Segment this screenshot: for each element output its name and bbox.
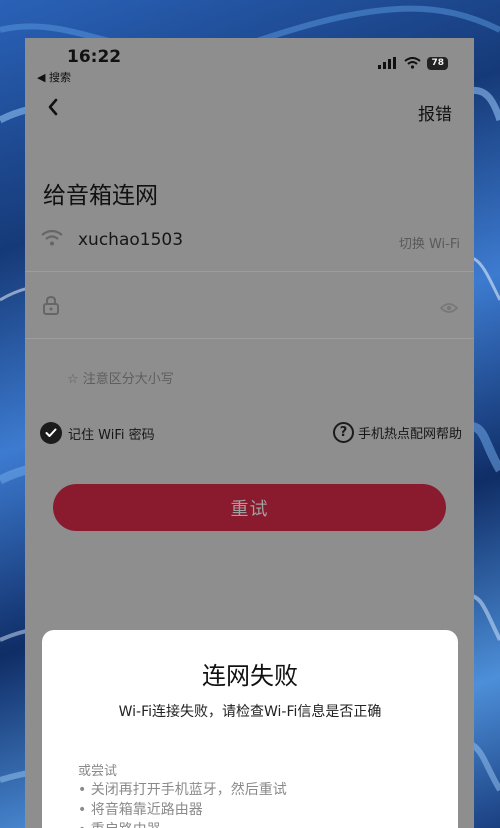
eye-icon[interactable] [439, 299, 459, 318]
page-title: 给音箱连网 [43, 183, 158, 209]
hotspot-help-link[interactable]: ? 手机热点配网帮助 [332, 422, 462, 443]
chevron-left-icon [47, 98, 59, 120]
list-item: • 重启路由器 [78, 820, 287, 828]
retry-button[interactable]: 重试 [53, 484, 446, 531]
password-input[interactable] [75, 293, 415, 321]
wifi-status-icon [404, 54, 422, 73]
tips-label: 或尝试 [78, 764, 118, 779]
lock-icon [42, 295, 60, 319]
password-row [25, 283, 474, 339]
wifi-row: xuchao1503 切换 Wi-Fi [25, 218, 474, 272]
remember-wifi-label: 记住 WiFi 密码 [68, 427, 155, 443]
wifi-icon [41, 229, 63, 250]
signal-icon [378, 54, 398, 73]
status-icons: 78 [378, 54, 448, 73]
wifi-ssid: xuchao1503 [78, 230, 184, 250]
dialog-title: 连网失败 [202, 662, 298, 690]
status-time: 16:22 [67, 47, 122, 67]
report-button[interactable]: 报错 [418, 100, 452, 125]
battery-icon: 78 [427, 57, 448, 70]
switch-wifi-button[interactable]: 切换 Wi-Fi [399, 233, 460, 252]
question-icon: ? [332, 422, 354, 443]
case-sensitive-hint: ☆ 注意区分大小写 [67, 372, 174, 387]
back-button[interactable] [47, 98, 59, 120]
dialog-message: Wi-Fi连接失败，请检查Wi-Fi信息是否正确 [118, 704, 382, 720]
connection-failed-dialog: 连网失败 Wi-Fi连接失败，请检查Wi-Fi信息是否正确 或尝试 • 关闭再打… [42, 630, 458, 828]
check-icon [40, 422, 62, 444]
hotspot-help-label: 手机热点配网帮助 [357, 427, 462, 442]
list-item: • 将音箱靠近路由器 [78, 802, 203, 818]
tips-list: • 关闭再打开手机蓝牙，然后重试 • 将音箱靠近路由器 • 重启路由器 [78, 780, 287, 828]
remember-wifi-checkbox[interactable]: 记住 WiFi 密码 [40, 422, 155, 444]
status-back-app[interactable]: ◀ 搜索 [37, 69, 71, 85]
list-item: • 关闭再打开手机蓝牙，然后重试 [78, 782, 287, 798]
